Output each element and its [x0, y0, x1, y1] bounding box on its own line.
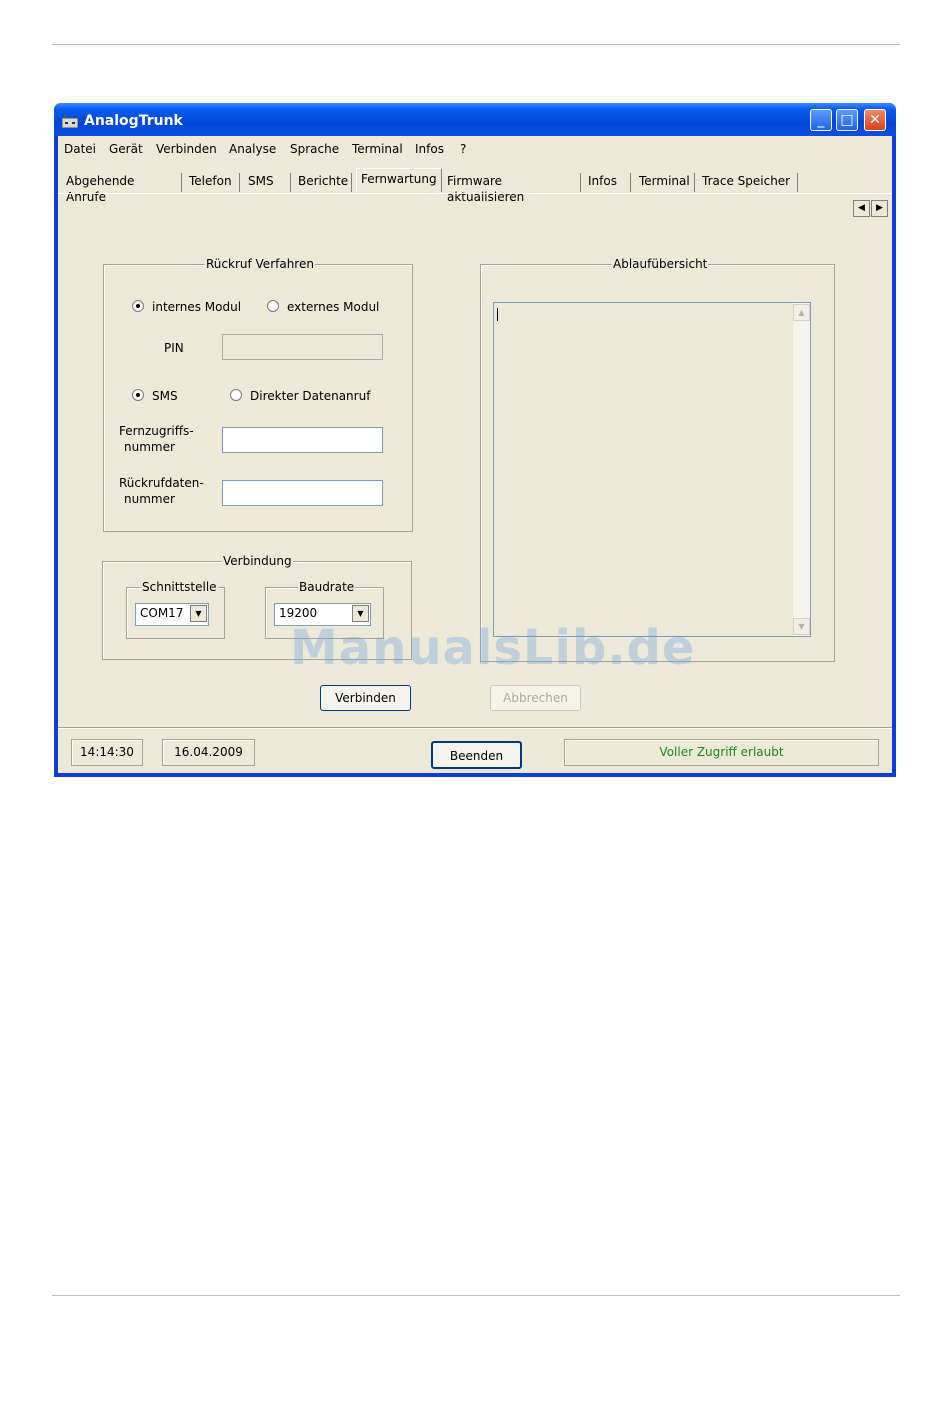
interface-dropdown-button[interactable]: ▼	[190, 605, 207, 622]
tab-abgehende-anrufe[interactable]: Abgehende Anrufe	[62, 173, 182, 204]
tab-divider	[58, 193, 892, 194]
status-separator	[58, 727, 892, 728]
tab-scroll-right-button[interactable]: ▶	[871, 200, 888, 217]
callback-number-label-line2: nummer	[124, 492, 175, 506]
tab-trace-speicher[interactable]: Trace Speicher	[698, 173, 798, 192]
page-bottom-rule	[52, 1295, 900, 1296]
chevron-down-icon: ▼	[798, 622, 805, 631]
scroll-down-button[interactable]: ▼	[793, 618, 810, 635]
remote-number-input[interactable]	[222, 427, 383, 453]
scroll-up-button[interactable]: ▲	[793, 304, 810, 321]
menu-infos[interactable]: Infos	[415, 142, 444, 156]
connect-button[interactable]: Verbinden	[320, 685, 411, 711]
radio-external-module[interactable]	[267, 300, 279, 312]
exit-button[interactable]: Beenden	[431, 741, 522, 769]
maximize-icon: □	[840, 112, 854, 128]
menu-analyse[interactable]: Analyse	[229, 142, 276, 156]
arrow-left-icon: ◀	[858, 203, 865, 213]
remote-number-label-line1: Fernzugriffs-	[119, 424, 194, 438]
callback-number-input[interactable]	[222, 480, 383, 506]
log-scrollbar[interactable]: ▲ ▼	[793, 303, 810, 636]
radio-internal-module-label: internes Modul	[152, 300, 242, 314]
minimize-icon: _	[817, 112, 825, 128]
baud-label: Baudrate	[298, 580, 356, 594]
callback-number-label-line1: Rückrufdaten-	[119, 476, 204, 490]
arrow-right-icon: ▶	[876, 203, 883, 213]
log-group: Ablaufübersicht ▲ ▼	[480, 257, 835, 662]
tab-scroll-left-button[interactable]: ◀	[853, 200, 870, 217]
radio-internal-module[interactable]	[132, 300, 144, 312]
page-top-rule	[52, 44, 900, 45]
app-icon	[62, 114, 78, 128]
menu-geraet[interactable]: Gerät	[109, 142, 143, 156]
minimize-button[interactable]: _	[810, 109, 832, 131]
callback-group-label: Rückruf Verfahren	[205, 257, 315, 271]
menu-terminal[interactable]: Terminal	[352, 142, 403, 156]
interface-label: Schnittstelle	[141, 580, 218, 594]
client-area: Datei Gerät Verbinden Analyse Sprache Te…	[58, 136, 892, 773]
tab-strip: Abgehende Anrufe Telefon SMS Berichte Fe…	[58, 167, 892, 217]
tab-infos[interactable]: Infos	[584, 173, 631, 192]
chevron-down-icon: ▼	[357, 609, 364, 618]
menu-help[interactable]: ?	[460, 142, 466, 156]
pin-input[interactable]	[222, 334, 383, 360]
radio-sms-label: SMS	[152, 389, 178, 403]
pin-label: PIN	[164, 341, 184, 355]
radio-direct-data-call[interactable]	[230, 389, 242, 401]
log-group-label: Ablaufübersicht	[612, 257, 709, 271]
connection-group-label: Verbindung	[222, 554, 293, 568]
status-access: Voller Zugriff erlaubt	[564, 739, 879, 766]
interface-select[interactable]: COM17 ▼	[135, 603, 209, 626]
tab-firmware[interactable]: Firmware aktualisieren	[443, 173, 581, 204]
tab-telefon[interactable]: Telefon	[185, 173, 240, 192]
tab-berichte[interactable]: Berichte	[294, 173, 352, 192]
title-bar[interactable]: AnalogTrunk _ □ ✕	[54, 103, 896, 136]
baud-value: 19200	[279, 606, 318, 620]
status-date: 16.04.2009	[162, 739, 255, 766]
menu-sprache[interactable]: Sprache	[290, 142, 339, 156]
tab-fernwartung[interactable]: Fernwartung	[356, 168, 442, 192]
close-icon: ✕	[869, 112, 881, 128]
watermark: ManualsLib.de	[290, 620, 696, 676]
menu-verbinden[interactable]: Verbinden	[156, 142, 217, 156]
tab-sms[interactable]: SMS	[244, 173, 291, 192]
window-title: AnalogTrunk	[84, 113, 183, 129]
interface-value: COM17	[140, 606, 184, 620]
radio-sms[interactable]	[132, 389, 144, 401]
menu-datei[interactable]: Datei	[64, 142, 96, 156]
callback-group: Rückruf Verfahren internes Modul externe…	[103, 257, 413, 532]
status-time: 14:14:30	[71, 739, 143, 766]
radio-external-module-label: externes Modul	[287, 300, 380, 314]
close-button[interactable]: ✕	[864, 109, 886, 131]
chevron-down-icon: ▼	[195, 609, 202, 618]
log-textarea[interactable]: ▲ ▼	[493, 302, 811, 637]
tab-terminal[interactable]: Terminal	[635, 173, 695, 192]
remote-number-label-line2: nummer	[124, 440, 175, 454]
maximize-button[interactable]: □	[836, 109, 858, 131]
radio-direct-data-call-label: Direkter Datenanruf	[250, 389, 371, 403]
interface-group: Schnittstelle COM17 ▼	[126, 580, 225, 639]
cancel-button[interactable]: Abbrechen	[490, 685, 581, 711]
chevron-up-icon: ▲	[798, 308, 805, 317]
text-caret	[497, 308, 498, 321]
